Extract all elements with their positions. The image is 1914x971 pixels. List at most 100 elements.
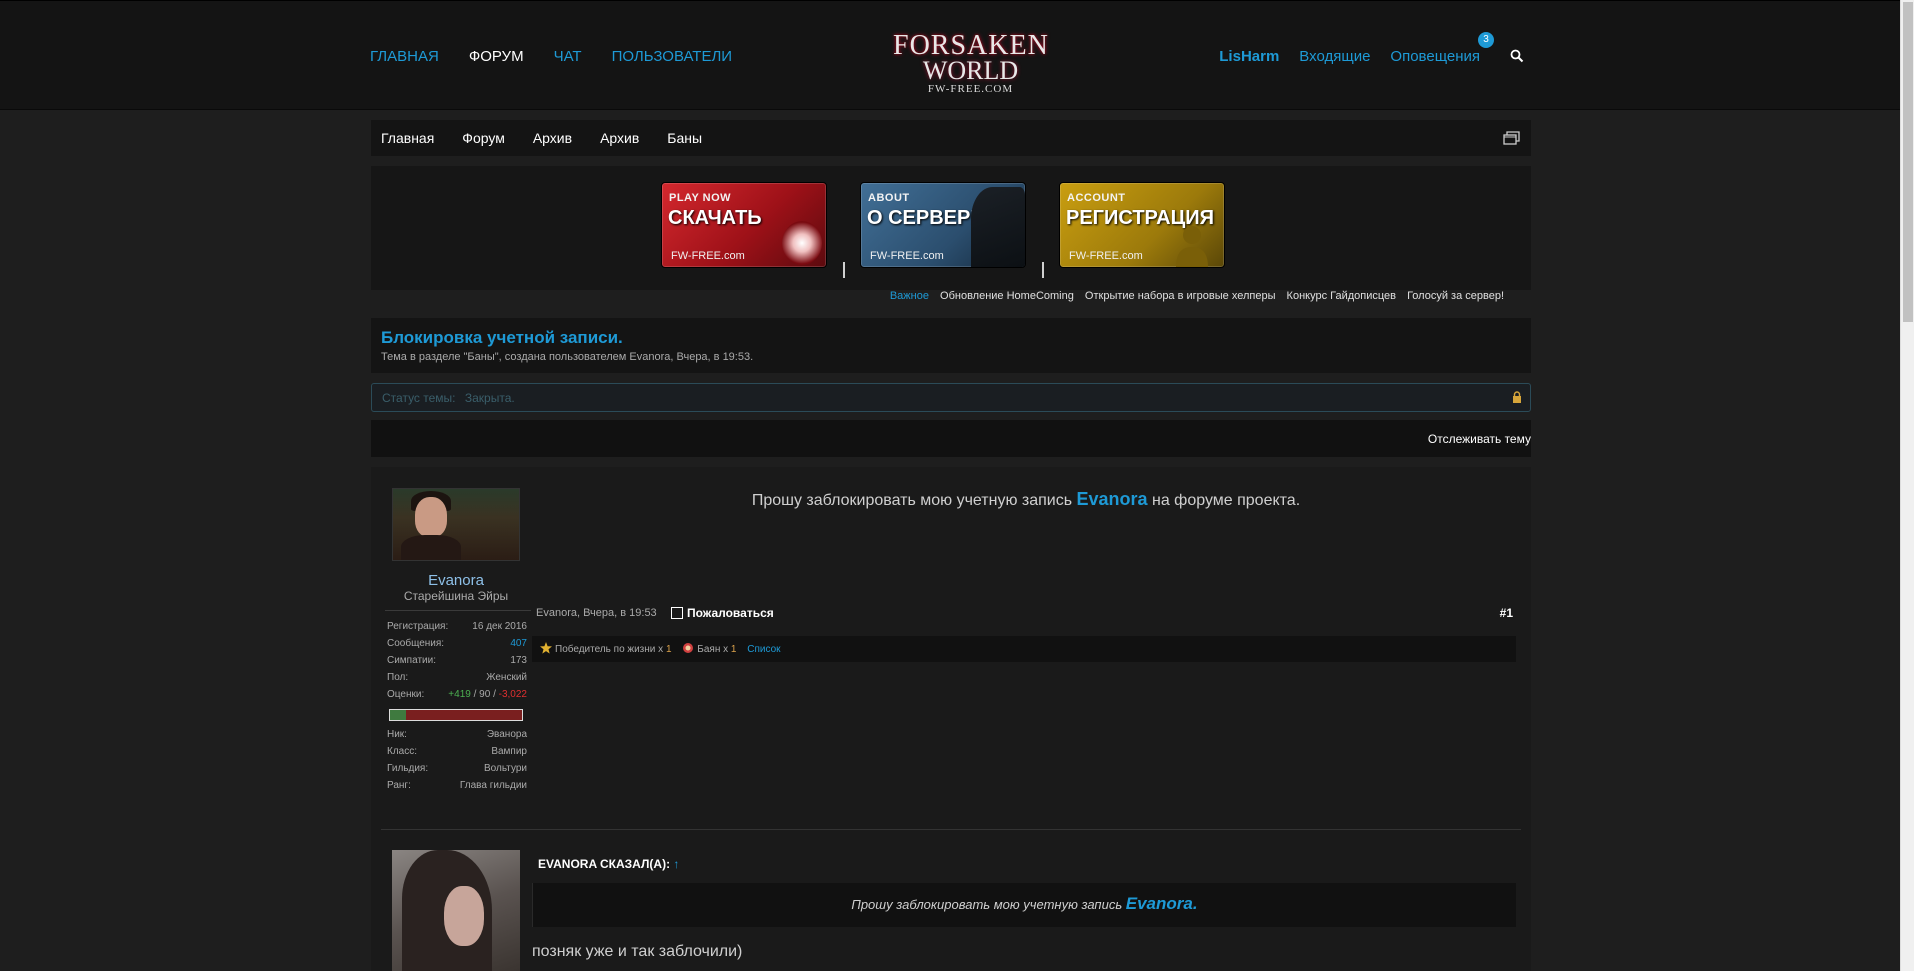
inbox-link[interactable]: Входящие [1299,48,1370,65]
about-banner-small: ABOUT [868,192,910,204]
nav-forum[interactable]: ФОРУМ [469,48,524,65]
quote-highlight: Evanora [1125,894,1193,913]
stat-row: Пол: Женский [387,672,527,689]
stat-row: Ник: Эванора [387,729,527,746]
news-ticker: Важное Обновление HomeComing Открытие на… [371,290,1531,310]
download-banner-title: СКАЧАТЬ [668,207,762,229]
stat-value: 173 [510,655,527,666]
subnav-archive-2[interactable]: Архив [600,130,639,146]
stat-row: Сообщения: 407 [387,638,527,655]
stat-row: Ранг: Глава гильдии [387,780,527,797]
avatar-face [415,497,447,537]
banner-divider [843,262,845,278]
stat-value: Глава гильдии [459,780,527,791]
star-award-icon [540,642,552,654]
avatar-face [444,886,484,946]
author-name[interactable]: Evanora [381,572,531,589]
banner-area: PLAY NOW СКАЧАТЬ FW-FREE.com ABOUT О СЕР… [371,166,1531,290]
main-nav: ГЛАВНАЯ ФОРУМ ЧАТ ПОЛЬЗОВАТЕЛИ [370,48,732,65]
award-item[interactable]: Победитель по жизни x 1 [540,642,674,655]
quote-text: Прошу заблокировать мою учетную запись [851,897,1126,912]
rating-bar-fill [390,710,406,720]
author-avatar[interactable] [392,488,520,561]
stat-value: Эванора [486,729,527,740]
quote-author-label: EVANORA СКАЗАЛ(А): [538,857,671,871]
watch-thread-link[interactable]: Отслеживать тему [1428,432,1531,446]
top-header: ГЛАВНАЯ ФОРУМ ЧАТ ПОЛЬЗОВАТЕЛИ FORSAKEN … [0,0,1900,110]
post-text: Прошу заблокировать мою учетную запись [751,492,1077,509]
stat-label: Ник: [387,729,407,740]
nav-chat[interactable]: ЧАТ [554,48,582,65]
username-link[interactable]: LisHarm [1219,48,1279,65]
award-count: 1 [665,644,672,655]
arrow-up-icon[interactable]: ↑ [673,857,679,871]
thread-status-bar: Статус темы: Закрыта. [371,383,1531,412]
page-scrollbar[interactable] [1900,0,1914,971]
stat-label: Пол: [387,672,409,683]
post-text-highlight: Evanora [1076,489,1148,509]
about-banner-site: FW-FREE.com [870,250,944,262]
thread-status-label: Статус темы: [382,391,456,405]
alerts-link[interactable]: Оповещения [1390,48,1480,65]
ticker-item[interactable]: Открытие набора в игровые хелперы [1085,290,1276,302]
breadcrumb-nav: Главная Форум Архив Архив Баны [371,120,1531,156]
nav-home[interactable]: ГЛАВНАЯ [370,48,439,65]
lock-icon [1512,391,1522,403]
quote-author: EVANORA СКАЗАЛ(А): ↑ [538,857,679,871]
site-logo[interactable]: FORSAKEN WORLD FW-FREE.COM [893,32,1048,109]
stat-label: Ранг: [387,780,411,791]
ticker-important[interactable]: Важное [890,290,929,302]
user-nav: LisHarm Входящие Оповещения [1219,48,1480,65]
windows-icon[interactable] [1503,130,1521,146]
divider [385,610,531,611]
scrollbar-thumb[interactable] [1903,2,1913,322]
award-count: 1 [730,644,737,655]
accordion-award-icon [682,642,694,654]
user-silhouette-icon [1172,221,1212,267]
rating-values: +419 / 90 / -3,022 [448,689,527,700]
banner-divider [1042,262,1044,278]
wolf-image [971,187,1025,267]
stat-label: Регистрация: [387,621,449,632]
register-banner[interactable]: ACCOUNT РЕГИСТРАЦИЯ FW-FREE.com [1059,182,1225,268]
ticker-item[interactable]: Голосуй за сервер! [1407,290,1504,302]
register-banner-small: ACCOUNT [1067,192,1126,204]
alerts-count-badge: 3 [1478,32,1494,48]
subnav-forum[interactable]: Форум [462,130,505,146]
subnav-home[interactable]: Главная [381,130,434,146]
subnav-archive-1[interactable]: Архив [533,130,572,146]
about-banner[interactable]: ABOUT О СЕРВЕРЕ FW-FREE.com [860,182,1026,268]
stat-label: Сообщения: [387,638,445,649]
ticker-item[interactable]: Обновление HomeComing [940,290,1074,302]
report-button[interactable]: Пожаловаться [671,606,774,620]
awards-list-link[interactable]: Список [747,644,780,655]
replier-avatar[interactable] [392,850,520,971]
rating-label: Оценки: [387,689,425,700]
messages-count-link[interactable]: 407 [510,638,527,655]
post-meta[interactable]: Evanora, Вчера, в 19:53 [536,607,657,619]
report-icon [671,607,683,619]
about-banner-title: О СЕРВЕРЕ [867,207,984,229]
thread-header: Блокировка учетной записи. Тема в раздел… [371,318,1531,373]
stat-label: Симпатии: [387,655,436,666]
post-divider [381,829,1521,830]
thread-tools-bar: Отслеживать тему [371,420,1531,457]
rating-negative: -3,022 [498,689,527,700]
download-banner-small: PLAY NOW [669,192,732,204]
stat-value: Женский [486,672,527,683]
post-message: Прошу заблокировать мою учетную запись E… [536,489,1516,510]
post-number[interactable]: #1 [1500,606,1513,620]
ticker-item[interactable]: Конкурс Гайдописцев [1287,290,1396,302]
award-item[interactable]: Баян x 1 [682,642,739,655]
subnav-bans[interactable]: Баны [667,130,702,146]
author-title: Старейшина Эйры [403,589,509,603]
nav-users[interactable]: ПОЛЬЗОВАТЕЛИ [612,48,733,65]
download-banner[interactable]: PLAY NOW СКАЧАТЬ FW-FREE.com [661,182,827,268]
quote-end: . [1192,894,1198,913]
search-icon[interactable] [1510,49,1524,63]
report-label: Пожаловаться [687,606,774,620]
stat-value: Вампир [491,746,527,757]
awards-bar: Победитель по жизни x 1 Баян x 1 Список [532,636,1516,662]
quote-box: Прошу заблокировать мою учетную запись E… [532,883,1516,927]
logo-line-2: WORLD [922,56,1019,85]
